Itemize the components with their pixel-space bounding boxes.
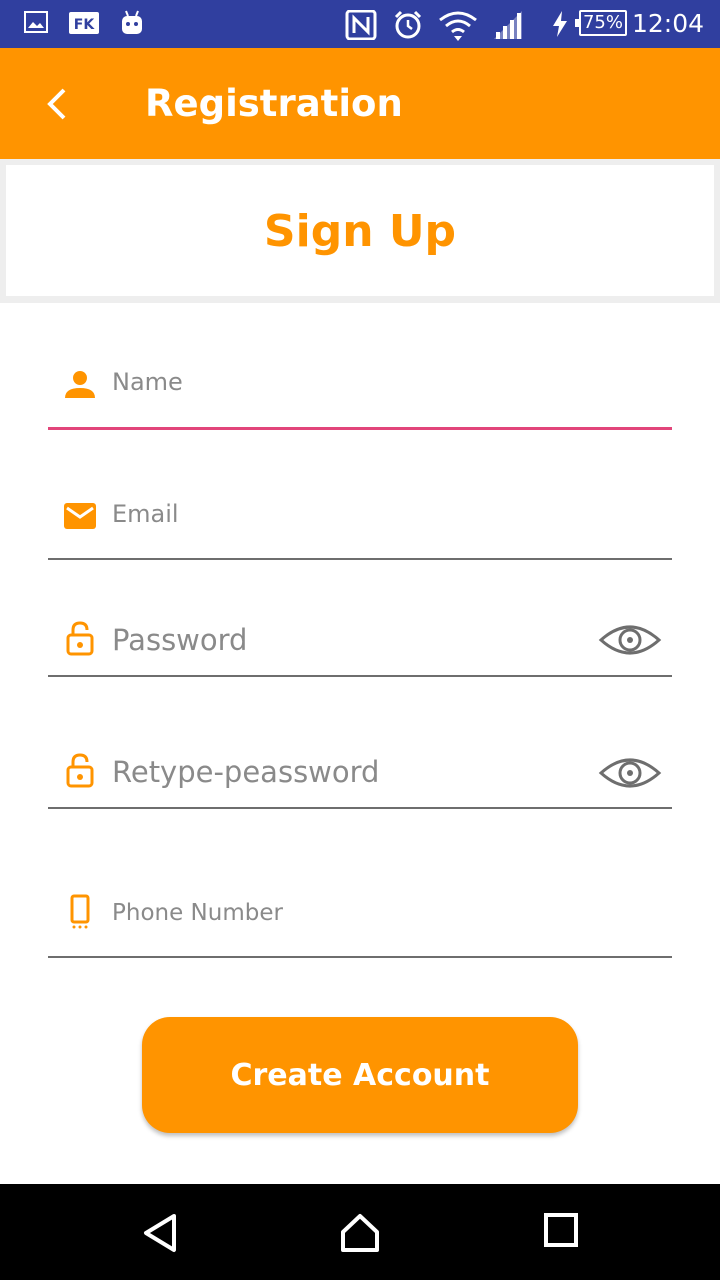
- status-bar: FK 75% 12:04: [0, 0, 720, 48]
- password-underline: [48, 675, 672, 677]
- name-underline: [48, 427, 672, 430]
- phone-icon: [70, 894, 90, 929]
- retype-password-underline: [48, 807, 672, 809]
- android-icon: [122, 10, 142, 34]
- home-icon[interactable]: [339, 1212, 381, 1254]
- name-field-group: [48, 352, 672, 432]
- create-account-button[interactable]: Create Account: [142, 1017, 578, 1133]
- back-triangle-icon[interactable]: [140, 1212, 180, 1254]
- back-button[interactable]: [30, 76, 82, 132]
- password-field-group: [48, 600, 672, 680]
- battery-level: 75%: [575, 10, 627, 36]
- header-card: Sign Up: [6, 165, 714, 296]
- navigation-bar: [0, 1184, 720, 1280]
- email-field-group: [48, 484, 672, 564]
- svg-text:FK: FK: [74, 17, 96, 33]
- lock-icon: [66, 753, 94, 788]
- mail-icon: [64, 503, 96, 529]
- chevron-left-icon: [47, 88, 66, 120]
- email-underline: [48, 558, 672, 560]
- phone-input[interactable]: [112, 894, 652, 932]
- phone-underline: [48, 956, 672, 958]
- recents-icon[interactable]: [543, 1212, 579, 1248]
- email-input[interactable]: [112, 494, 652, 534]
- name-input[interactable]: [112, 362, 652, 402]
- app-title: Registration: [145, 82, 403, 125]
- person-icon: [65, 371, 95, 398]
- status-time: 12:04: [631, 9, 704, 38]
- signal-icon: [494, 11, 522, 39]
- retype-password-field-group: [48, 732, 672, 812]
- alarm-icon: [394, 10, 422, 39]
- wifi-icon: [439, 11, 477, 41]
- password-visibility-toggle-eye-icon[interactable]: [598, 620, 662, 660]
- password-input[interactable]: [112, 618, 582, 662]
- page-title: Sign Up: [263, 206, 457, 257]
- image-icon: [24, 11, 48, 33]
- fk-app-icon: FK: [69, 12, 99, 34]
- phone-field-group: [48, 880, 672, 960]
- header-card-wrap: Sign Up: [0, 159, 720, 303]
- retype-password-input[interactable]: [112, 750, 582, 794]
- retype-password-visibility-toggle-eye-icon[interactable]: [598, 753, 662, 793]
- lock-icon: [66, 621, 94, 656]
- nfc-icon: [345, 10, 377, 40]
- charging-icon: [553, 11, 567, 37]
- app-bar: Registration: [0, 48, 720, 159]
